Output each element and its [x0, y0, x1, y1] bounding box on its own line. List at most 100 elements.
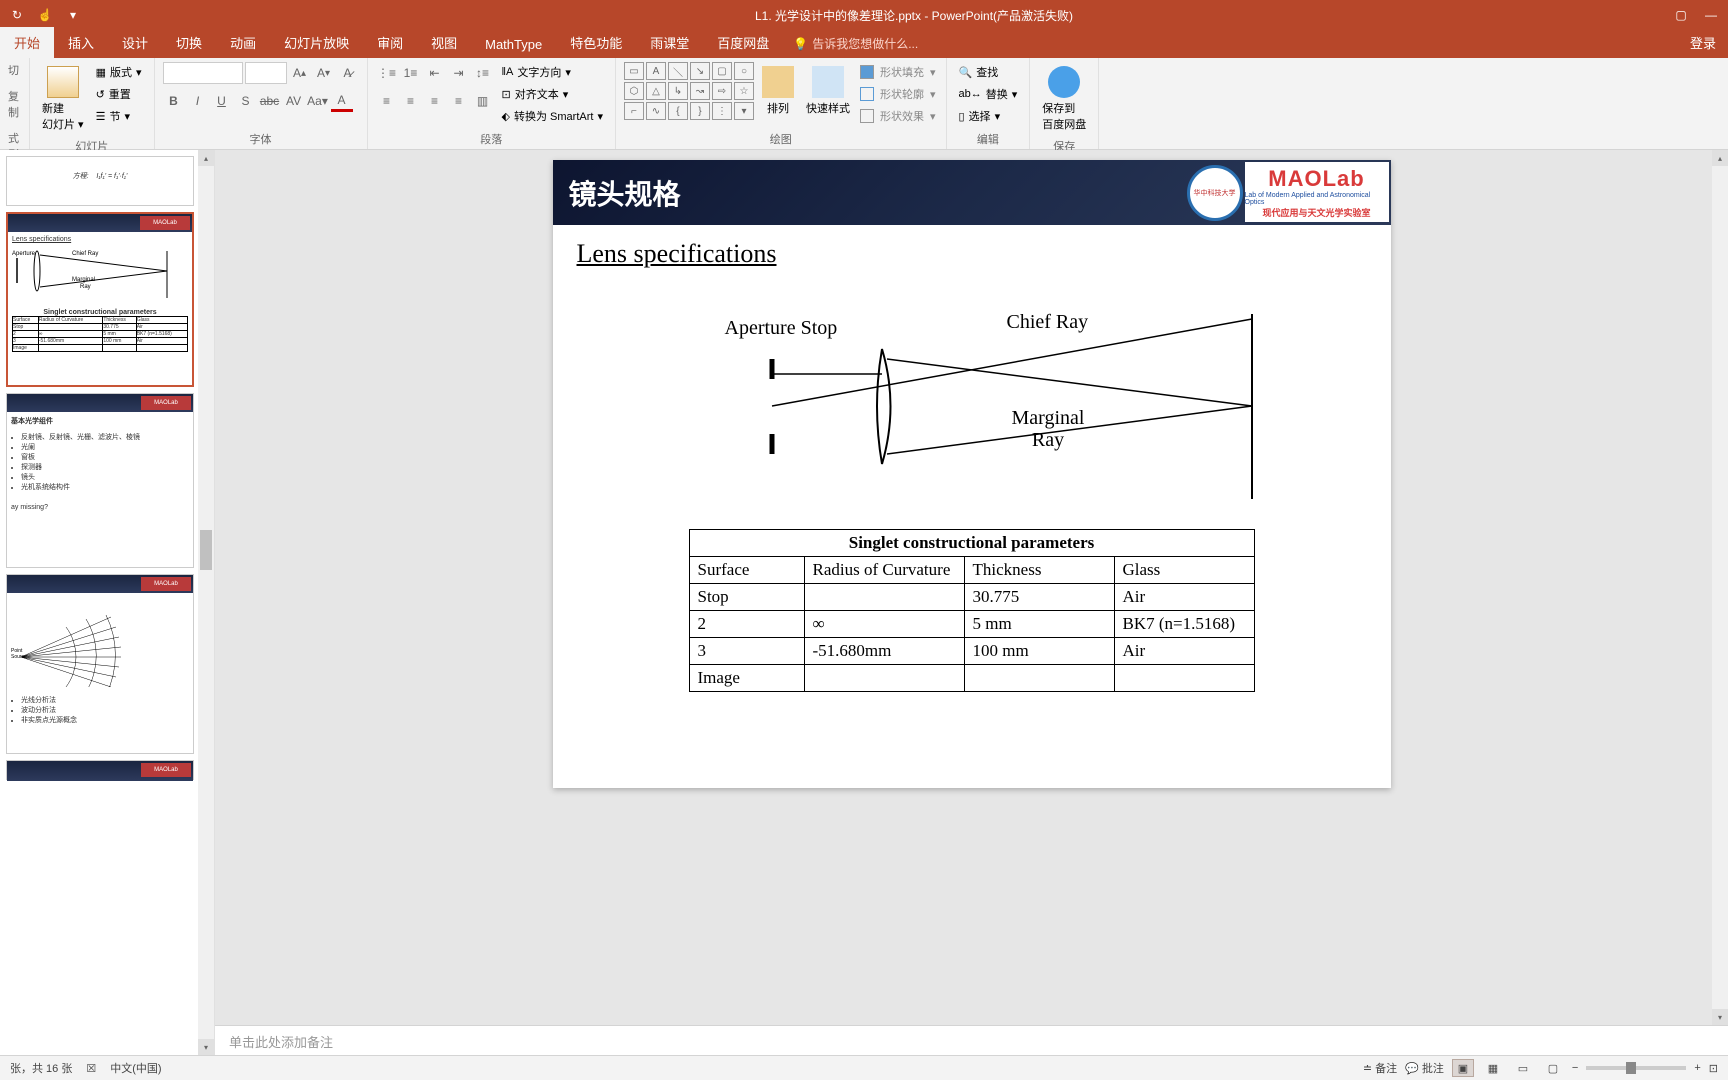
shape-curve[interactable]: ↝	[690, 82, 710, 100]
shape-outline-button[interactable]: 形状轮廓 ▾	[858, 84, 938, 104]
slideshow-view-button[interactable]: ▢	[1542, 1059, 1564, 1077]
scroll-down-icon[interactable]: ▾	[1712, 1009, 1728, 1025]
select-button[interactable]: ▯ 选择 ▾	[955, 106, 1022, 126]
notes-pane[interactable]: 单击此处添加备注	[215, 1025, 1728, 1055]
zoom-in-button[interactable]: +	[1694, 1062, 1700, 1074]
tab-baidu[interactable]: 百度网盘	[703, 27, 783, 58]
sorter-view-button[interactable]: ▦	[1482, 1059, 1504, 1077]
thumbnail-next2[interactable]: MAOLab PointSource 光线分析法 波动分析法 非实质点光源概念	[6, 574, 194, 754]
italic-button[interactable]: I	[187, 90, 209, 112]
columns-button[interactable]: ▥	[472, 90, 494, 112]
bold-button[interactable]: B	[163, 90, 185, 112]
align-text-button[interactable]: ⊡ 对齐文本 ▾	[498, 84, 607, 104]
current-slide[interactable]: 镜头规格 华中科技大学 MAOLab Lab of Modern Applied…	[553, 160, 1391, 788]
tab-mathtype[interactable]: MathType	[471, 31, 556, 58]
align-left-button[interactable]: ≡	[376, 90, 398, 112]
shape-star[interactable]: ☆	[734, 82, 754, 100]
smartart-button[interactable]: ⬖ 转换为 SmartArt ▾	[498, 106, 607, 126]
strikethrough-button[interactable]: abc	[259, 90, 281, 112]
shape-line[interactable]: ＼	[668, 62, 688, 80]
numbering-button[interactable]: 1≡	[400, 62, 422, 84]
shape-more2[interactable]: ▾	[734, 102, 754, 120]
language-indicator[interactable]: 中文(中国)	[110, 1060, 161, 1076]
save-baidu-button[interactable]: 保存到百度网盘	[1038, 62, 1090, 136]
layout-button[interactable]: ▦ 版式 ▾	[92, 62, 146, 82]
new-slide-button[interactable]: 新建幻灯片 ▾	[38, 62, 88, 136]
normal-view-button[interactable]: ▣	[1452, 1059, 1474, 1077]
qat-dropdown-icon[interactable]: ▾	[64, 6, 82, 24]
tab-special[interactable]: 特色功能	[556, 27, 636, 58]
thumbnails-scrollbar[interactable]: ▴ ▾	[198, 150, 214, 1055]
shape-more1[interactable]: ⋮	[712, 102, 732, 120]
shadow-button[interactable]: S	[235, 90, 257, 112]
slide-scrollbar[interactable]: ▴ ▾	[1712, 150, 1728, 1025]
increase-indent-button[interactable]: ⇥	[448, 62, 470, 84]
notes-button[interactable]: ≐ 备注	[1363, 1060, 1397, 1076]
find-button[interactable]: 🔍 查找	[955, 62, 1022, 82]
tab-rainclass[interactable]: 雨课堂	[636, 27, 703, 58]
minimize-icon[interactable]: —	[1702, 6, 1720, 24]
reading-view-button[interactable]: ▭	[1512, 1059, 1534, 1077]
change-case-button[interactable]: Aa▾	[307, 90, 329, 112]
shape-blockarrow[interactable]: ⇨	[712, 82, 732, 100]
shape-hexagon[interactable]: ⬡	[624, 82, 644, 100]
underline-button[interactable]: U	[211, 90, 233, 112]
bullets-button[interactable]: ⋮≡	[376, 62, 398, 84]
arrange-button[interactable]: 排列	[758, 62, 798, 120]
tab-insert[interactable]: 插入	[54, 27, 108, 58]
thumbnail-current[interactable]: MAOLab Lens specifications Chief Ray Ape…	[6, 212, 194, 387]
thumbnail-next1[interactable]: MAOLab 基本光学组件 反射镜、反射镜、光栅、滤波片、棱镜 光阑 窗板 探测…	[6, 393, 194, 568]
align-right-button[interactable]: ≡	[424, 90, 446, 112]
spellcheck-icon[interactable]: ☒	[86, 1062, 96, 1075]
shape-arrow[interactable]: ↘	[690, 62, 710, 80]
align-center-button[interactable]: ≡	[400, 90, 422, 112]
thumbnail-prev[interactable]: 方程: I₁f₁' = f₁'·f₁'	[6, 156, 194, 206]
cut-button[interactable]: 切	[8, 62, 19, 78]
comments-button[interactable]: 💬 批注	[1405, 1060, 1444, 1076]
tab-design[interactable]: 设计	[108, 27, 162, 58]
touch-mode-icon[interactable]: ☝	[36, 6, 54, 24]
shape-lbrace[interactable]: {	[668, 102, 688, 120]
shape-triangle[interactable]: △	[646, 82, 666, 100]
replace-button[interactable]: ab↔ 替换 ▾	[955, 84, 1022, 104]
shape-connector2[interactable]: ∿	[646, 102, 666, 120]
tab-slideshow[interactable]: 幻灯片放映	[270, 27, 363, 58]
tell-me-search[interactable]: 💡 告诉我您想做什么...	[783, 29, 928, 58]
scroll-thumb[interactable]	[200, 530, 212, 570]
tab-animation[interactable]: 动画	[216, 27, 270, 58]
clear-formatting-button[interactable]: A̷	[337, 62, 359, 84]
decrease-indent-button[interactable]: ⇤	[424, 62, 446, 84]
tab-view[interactable]: 视图	[417, 27, 471, 58]
ribbon-display-icon[interactable]: ▢	[1672, 6, 1690, 24]
tab-home[interactable]: 开始	[0, 27, 54, 58]
autosave-icon[interactable]: ↻	[8, 6, 26, 24]
shape-elbow[interactable]: ↳	[668, 82, 688, 100]
shape-roundrect[interactable]: ▢	[712, 62, 732, 80]
shape-rect[interactable]: ▭	[624, 62, 644, 80]
font-size-input[interactable]	[245, 62, 287, 84]
font-color-button[interactable]: A	[331, 90, 353, 112]
zoom-out-button[interactable]: −	[1572, 1062, 1578, 1074]
shapes-gallery[interactable]: ▭ A ＼ ↘ ▢ ○ ⬡ △ ↳ ↝ ⇨ ☆ ⌐ ∿ { } ⋮ ▾	[624, 62, 754, 120]
reset-button[interactable]: ↺ 重置	[92, 84, 146, 104]
shape-textbox[interactable]: A	[646, 62, 666, 80]
decrease-font-button[interactable]: A▾	[313, 62, 335, 84]
justify-button[interactable]: ≡	[448, 90, 470, 112]
shape-effect-button[interactable]: 形状效果 ▾	[858, 106, 938, 126]
line-spacing-button[interactable]: ↕≡	[472, 62, 494, 84]
shape-rbrace[interactable]: }	[690, 102, 710, 120]
login-button[interactable]: 登录	[1678, 27, 1728, 58]
char-spacing-button[interactable]: AV	[283, 90, 305, 112]
font-name-input[interactable]	[163, 62, 243, 84]
zoom-slider-thumb[interactable]	[1626, 1062, 1636, 1074]
shape-oval[interactable]: ○	[734, 62, 754, 80]
fit-window-button[interactable]: ⊡	[1709, 1062, 1718, 1075]
scroll-down-icon[interactable]: ▾	[198, 1039, 214, 1055]
text-direction-button[interactable]: ‖A 文字方向 ▾	[498, 62, 607, 82]
section-button[interactable]: ☰ 节 ▾	[92, 106, 146, 126]
scroll-up-icon[interactable]: ▴	[1712, 150, 1728, 166]
copy-button[interactable]: 复制	[8, 88, 21, 120]
thumbnail-next3[interactable]: MAOLab	[6, 760, 194, 780]
scroll-up-icon[interactable]: ▴	[198, 150, 214, 166]
quickstyle-button[interactable]: 快速样式	[802, 62, 854, 120]
